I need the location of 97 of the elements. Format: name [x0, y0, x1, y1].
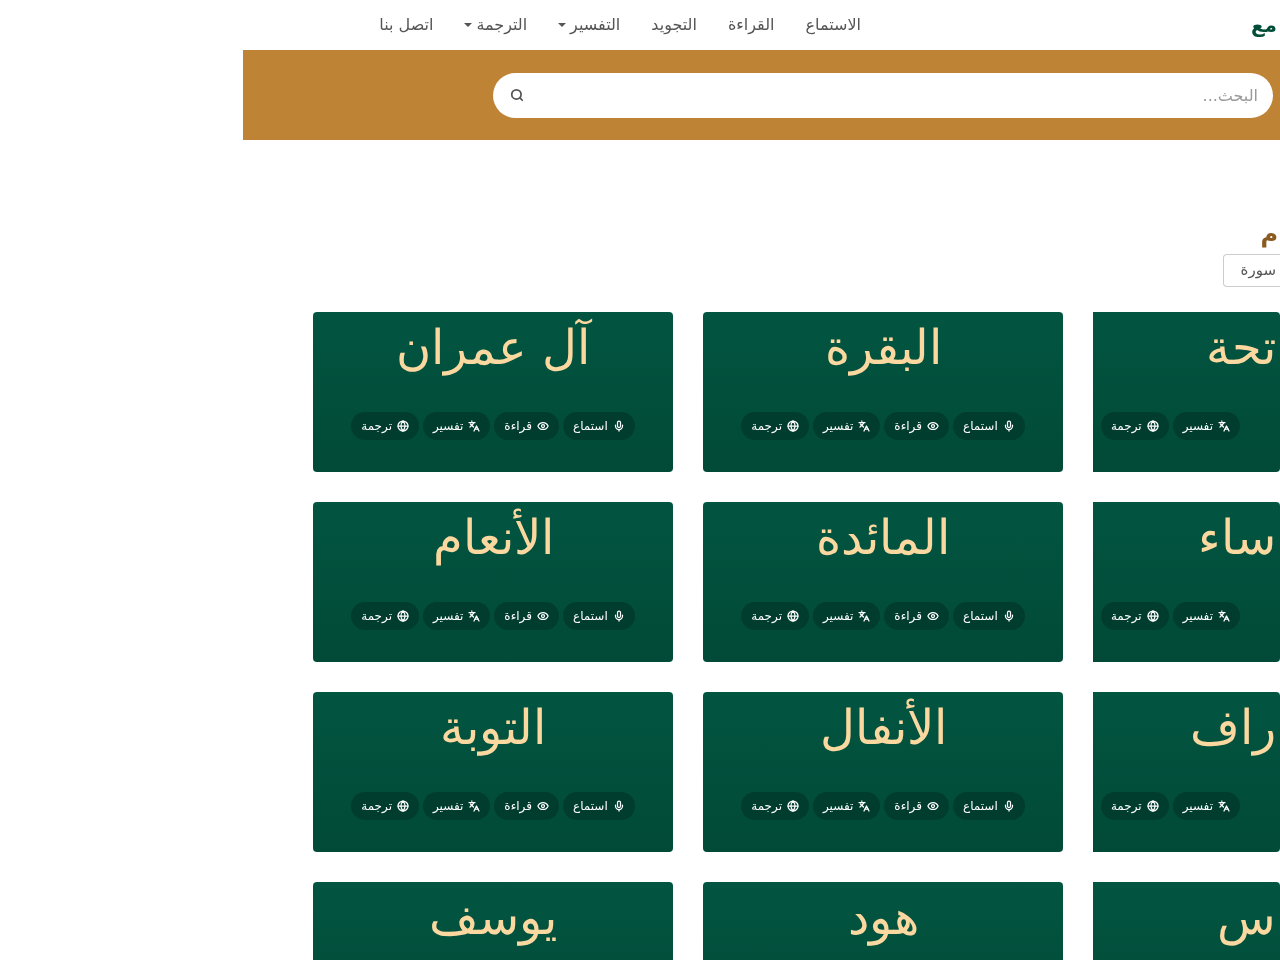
action-pill[interactable]: قراءة	[494, 412, 559, 440]
action-pill[interactable]: ترجمة	[351, 792, 419, 820]
surah-card[interactable]: يوسف	[313, 882, 673, 960]
action-pill[interactable]: ترجمة	[741, 792, 809, 820]
action-pill[interactable]: قراءة	[884, 602, 949, 630]
globe-icon	[397, 610, 409, 622]
surah-title: التوبة	[440, 698, 546, 758]
surah-card[interactable]: آل عمران استماع قراءة تفسير ترجمة	[313, 312, 673, 472]
action-pill[interactable]: ترجمة	[1100, 602, 1169, 630]
translate-icon	[468, 420, 481, 432]
search-field[interactable]: البحث...	[493, 72, 1273, 118]
surah-title: الأنعام	[432, 507, 554, 568]
globe-icon	[397, 420, 409, 432]
site-logo[interactable]: مع	[1250, 10, 1277, 40]
nav-link[interactable]: الاستماع	[805, 13, 861, 37]
action-pill[interactable]: تفسير	[1172, 602, 1240, 630]
globe-icon	[1146, 420, 1159, 432]
action-pill[interactable]: استماع	[563, 792, 635, 820]
globe-icon	[1146, 800, 1159, 812]
surah-card[interactable]: الأنعام استماع قراءة تفسير ترجمة	[313, 502, 673, 662]
surah-card[interactable]: راف تفسير ترجمة	[1093, 692, 1280, 852]
action-pill[interactable]: ترجمة	[1100, 412, 1169, 440]
surah-card[interactable]: س	[1093, 882, 1280, 960]
action-pill[interactable]: تفسير	[813, 412, 881, 440]
action-pill[interactable]: ترجمة	[351, 602, 419, 630]
nav-link[interactable]: القراءة	[727, 13, 775, 37]
surah-card[interactable]: البقرة استماع قراءة تفسير ترجمة	[703, 312, 1063, 472]
nav-link[interactable]: اتصل بنا	[379, 13, 434, 37]
action-pill[interactable]: استماع	[953, 602, 1025, 630]
translate-icon	[858, 610, 871, 622]
nav-link[interactable]: التجويد	[651, 13, 697, 37]
microphone-icon	[1002, 420, 1015, 432]
microphone-icon	[612, 610, 625, 622]
globe-icon	[397, 800, 409, 812]
action-pill[interactable]: تفسير	[813, 602, 881, 630]
caret-icon	[558, 23, 567, 27]
surah-card[interactable]: تحة تفسير ترجمة	[1093, 312, 1280, 472]
surah-title: تحة	[1206, 318, 1276, 377]
action-pill[interactable]: قراءة	[494, 792, 559, 820]
surah-card[interactable]: الأنفال استماع قراءة تفسير ترجمة	[703, 692, 1063, 852]
nav-link[interactable]: التفسير	[558, 13, 621, 37]
globe-icon	[787, 420, 799, 432]
globe-icon	[787, 800, 799, 812]
action-pill[interactable]: استماع	[563, 602, 635, 630]
surah-card[interactable]: المائدة استماع قراءة تفسير ترجمة	[703, 502, 1063, 662]
translate-icon	[1218, 420, 1230, 432]
eye-icon	[927, 610, 939, 622]
surah-title: ساء	[1198, 508, 1276, 567]
surah-card[interactable]: ساء تفسير ترجمة	[1093, 502, 1280, 662]
eye-icon	[537, 610, 549, 622]
surah-title: الأنفال	[819, 697, 947, 757]
action-pill[interactable]: ترجمة	[741, 602, 809, 630]
translate-icon	[468, 800, 481, 812]
action-pill[interactable]: ترجمة	[351, 412, 419, 440]
action-pill[interactable]: تفسير	[813, 792, 881, 820]
action-pill[interactable]: قراءة	[884, 792, 949, 820]
translate-icon	[1218, 800, 1230, 812]
microphone-icon	[612, 420, 625, 432]
surah-title: س	[1217, 888, 1276, 948]
eye-icon	[537, 800, 549, 812]
translate-icon	[1218, 610, 1230, 622]
surah-title: يوسف	[429, 888, 557, 948]
surah-title: آل عمران	[395, 318, 591, 378]
surah-title: راف	[1190, 698, 1276, 758]
surah-title: البقرة	[824, 318, 942, 378]
action-pill[interactable]: ترجمة	[741, 412, 809, 440]
surah-title: هود	[847, 888, 919, 948]
caret-icon	[464, 23, 473, 27]
action-pill[interactable]: قراءة	[494, 602, 559, 630]
action-pill[interactable]: استماع	[953, 792, 1025, 820]
translate-icon	[468, 610, 481, 622]
action-pill[interactable]: تفسير	[423, 602, 491, 630]
action-pill[interactable]: قراءة	[884, 412, 949, 440]
action-pill[interactable]: تفسير	[423, 412, 491, 440]
action-pill[interactable]: ترجمة	[1100, 792, 1169, 820]
globe-icon	[787, 610, 799, 622]
action-pill[interactable]: استماع	[563, 412, 635, 440]
action-pill[interactable]: تفسير	[1172, 412, 1240, 440]
eye-icon	[927, 420, 939, 432]
microphone-icon	[612, 800, 625, 812]
action-pill[interactable]: استماع	[953, 412, 1025, 440]
nav-link[interactable]: الترجمة	[464, 13, 528, 37]
sort-select[interactable]: سورة	[1223, 254, 1280, 287]
microphone-icon	[1002, 800, 1015, 812]
action-pill[interactable]: تفسير	[423, 792, 491, 820]
action-pill[interactable]: تفسير	[1172, 792, 1240, 820]
translate-icon	[858, 420, 871, 432]
search-icon	[510, 87, 524, 102]
page-heading: م	[1260, 219, 1278, 250]
eye-icon	[927, 800, 939, 812]
eye-icon	[537, 420, 549, 432]
surah-card[interactable]: التوبة استماع قراءة تفسير ترجمة	[313, 692, 673, 852]
surah-card[interactable]: هود	[703, 882, 1063, 960]
microphone-icon	[1002, 610, 1015, 622]
globe-icon	[1146, 610, 1159, 622]
surah-title: المائدة	[816, 508, 950, 567]
translate-icon	[858, 800, 871, 812]
